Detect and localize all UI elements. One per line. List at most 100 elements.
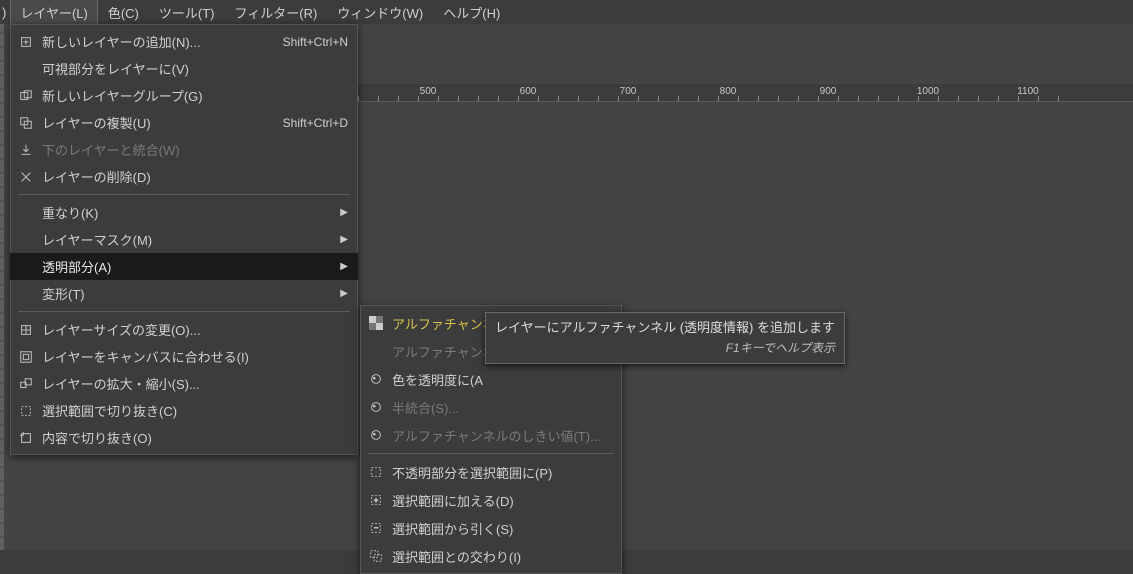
layer-menu-item-12[interactable]: レイヤーサイズの変更(O)... [10, 316, 358, 343]
trans-submenu-label: 色を透明度に(A [392, 370, 612, 389]
shortcut-label: Shift+Ctrl+D [283, 116, 348, 130]
svg-text:+: + [374, 498, 378, 505]
sel-add-icon: + [368, 492, 384, 508]
trans-submenu-item-2[interactable]: 色を透明度に(A [360, 365, 622, 393]
ruler-tick-label: 700 [620, 86, 637, 97]
blank-icon [368, 343, 384, 359]
tooltip-text: レイヤーにアルファチャンネル (透明度情報) を追加します [495, 318, 835, 339]
menubar-item-2[interactable]: ツール(T) [149, 0, 225, 26]
layer-menu-item-1[interactable]: 可視部分をレイヤーに(V) [10, 55, 358, 82]
trans-submenu-item-8[interactable]: − 選択範囲から引く(S) [360, 514, 622, 542]
layer-menu-separator [18, 311, 350, 312]
ruler-tick-label: 600 [520, 86, 537, 97]
ruler-tick-label: 1100 [1017, 86, 1039, 97]
layer-menu-separator [18, 194, 350, 195]
layer-menu-item-10[interactable]: 変形(T)▶ [10, 280, 358, 307]
new-layer-icon [18, 34, 34, 50]
menubar-item-4[interactable]: ウィンドウ(W) [327, 0, 433, 26]
layer-menu-item-7[interactable]: 重なり(K)▶ [10, 199, 358, 226]
trans-submenu-item-4: アルファチャンネルのしきい値(T)... [360, 421, 622, 449]
layer-menu-label: 変形(T) [42, 284, 340, 303]
blank-icon [18, 286, 34, 302]
scale-icon [18, 376, 34, 392]
sel-int-icon [368, 548, 384, 564]
layer-menu-item-14[interactable]: レイヤーの拡大・縮小(S)... [10, 370, 358, 397]
resize-icon [18, 322, 34, 338]
layer-menu-label: 重なり(K) [42, 203, 340, 222]
layer-menu-label: 可視部分をレイヤーに(V) [42, 59, 348, 78]
trans-submenu-label: 選択範囲に加える(D) [392, 491, 612, 510]
svg-text:−: − [374, 525, 378, 532]
blank-icon [18, 61, 34, 77]
menubar-item-0[interactable]: レイヤー(L) [10, 0, 98, 26]
layer-menu-label: 選択範囲で切り抜き(C) [42, 401, 348, 420]
layer-menu-item-2[interactable]: 新しいレイヤーグループ(G) [10, 82, 358, 109]
trans-submenu-item-6[interactable]: 不透明部分を選択範囲に(P) [360, 458, 622, 486]
layer-menu-item-4: 下のレイヤーと統合(W) [10, 136, 358, 163]
menubar-item-5[interactable]: ヘルプ(H) [433, 0, 510, 26]
menubar-item-3[interactable]: フィルター(R) [225, 0, 328, 26]
layer-menu-item-3[interactable]: レイヤーの複製(U)Shift+Ctrl+D [10, 109, 358, 136]
trans-submenu-item-9[interactable]: 選択範囲との交わり(I) [360, 542, 622, 570]
layer-menu-label: レイヤーをキャンバスに合わせる(I) [42, 347, 348, 366]
layer-menu-label: 内容で切り抜き(O) [42, 428, 348, 447]
trans-submenu-label: 選択範囲との交わり(I) [392, 547, 612, 566]
trans-submenu-item-3: 半統合(S)... [360, 393, 622, 421]
crop-sel-icon [18, 403, 34, 419]
fit-canvas-icon [18, 349, 34, 365]
merge-down-icon [18, 142, 34, 158]
blank-icon [18, 205, 34, 221]
shortcut-label: Shift+Ctrl+N [283, 35, 348, 49]
ruler-tick-label: 500 [420, 86, 437, 97]
layer-menu-label: 新しいレイヤーグループ(G) [42, 86, 348, 105]
gimp-icon [368, 399, 384, 415]
delete-icon [18, 169, 34, 185]
layer-menu-item-5[interactable]: レイヤーの削除(D) [10, 163, 358, 190]
gimp-icon [368, 371, 384, 387]
layer-menu-label: レイヤーの拡大・縮小(S)... [42, 374, 348, 393]
sel-sub-icon: − [368, 520, 384, 536]
layer-menu-label: レイヤーの削除(D) [42, 167, 348, 186]
layer-menu-label: 下のレイヤーと統合(W) [42, 140, 348, 159]
layer-menu-label: レイヤーの複製(U) [42, 113, 283, 132]
layer-menu-dropdown: 新しいレイヤーの追加(N)...Shift+Ctrl+N 可視部分をレイヤーに(V… [10, 24, 358, 455]
chevron-right-icon: ▶ [340, 261, 348, 272]
blank-icon [18, 259, 34, 275]
layer-menu-item-15[interactable]: 選択範囲で切り抜き(C) [10, 397, 358, 424]
ruler-tick-label: 800 [720, 86, 737, 97]
sel-icon [368, 464, 384, 480]
layer-menu-label: 透明部分(A) [42, 257, 340, 276]
trans-submenu-label: アルファチャンネルのしきい値(T)... [392, 426, 612, 445]
trans-submenu-label: 選択範囲から引く(S) [392, 519, 612, 538]
blank-icon [18, 232, 34, 248]
canvas-left-edge [0, 24, 4, 550]
group-icon [18, 88, 34, 104]
layer-menu-item-8[interactable]: レイヤーマスク(M)▶ [10, 226, 358, 253]
layer-menu-label: 新しいレイヤーの追加(N)... [42, 32, 283, 51]
layer-menu-item-16[interactable]: 内容で切り抜き(O) [10, 424, 358, 451]
ruler-tick-label: 900 [820, 86, 837, 97]
trans-submenu-label: 半統合(S)... [392, 398, 612, 417]
checker-icon [368, 315, 384, 331]
trans-submenu-separator [368, 453, 614, 454]
duplicate-icon [18, 115, 34, 131]
layer-menu-item-13[interactable]: レイヤーをキャンバスに合わせる(I) [10, 343, 358, 370]
menubar-item-1[interactable]: 色(C) [98, 0, 149, 26]
ruler-tick-label: 1000 [917, 86, 939, 97]
layer-menu-label: レイヤーサイズの変更(O)... [42, 320, 348, 339]
tooltip-hint: F1キーでヘルプ表示 [495, 339, 835, 358]
tooltip: レイヤーにアルファチャンネル (透明度情報) を追加します F1キーでヘルプ表示 [485, 312, 845, 364]
trans-submenu-item-7[interactable]: + 選択範囲に加える(D) [360, 486, 622, 514]
chevron-right-icon: ▶ [340, 288, 348, 299]
layer-menu-item-9[interactable]: 透明部分(A)▶ [10, 253, 358, 280]
chevron-right-icon: ▶ [340, 207, 348, 218]
layer-menu-label: レイヤーマスク(M) [42, 230, 340, 249]
gimp-icon [368, 427, 384, 443]
trans-submenu-label: 不透明部分を選択範囲に(P) [392, 463, 612, 482]
menu-bar: ) レイヤー(L)色(C)ツール(T)フィルター(R)ウィンドウ(W)ヘルプ(H… [0, 0, 1133, 24]
layer-menu-item-0[interactable]: 新しいレイヤーの追加(N)...Shift+Ctrl+N [10, 28, 358, 55]
chevron-right-icon: ▶ [340, 234, 348, 245]
horizontal-ruler: 500 600 700 800 900 1000 1100 [358, 84, 1133, 102]
menubar-truncated-item[interactable]: ) [0, 1, 10, 24]
crop-content-icon [18, 430, 34, 446]
